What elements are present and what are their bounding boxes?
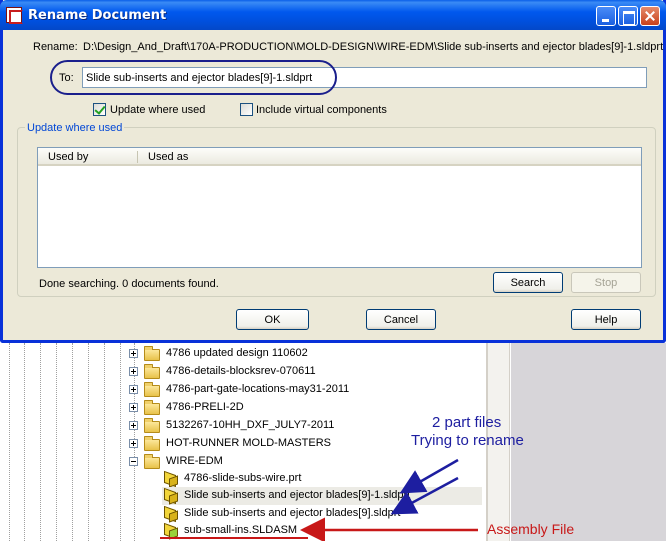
folder-icon bbox=[144, 418, 160, 433]
rename-label: Rename: bbox=[33, 41, 78, 53]
to-label: To: bbox=[59, 72, 74, 84]
update-where-used-label[interactable]: Update where used bbox=[110, 104, 205, 116]
rename-document-dialog: Rename Document Rename: D:\Design_And_Dr… bbox=[0, 0, 666, 343]
part-file-icon bbox=[162, 488, 178, 504]
search-status: Done searching. 0 documents found. bbox=[39, 278, 219, 290]
window-title: Rename Document bbox=[28, 8, 167, 23]
group-title: Update where used bbox=[25, 122, 125, 134]
part-file-icon bbox=[162, 471, 178, 487]
minimize-button[interactable] bbox=[596, 6, 616, 26]
tree-item-label: 4786-details-blocksrev-070611 bbox=[166, 365, 316, 377]
rename-path-text: D:\Design_And_Draft\170A-PRODUCTION\MOLD… bbox=[83, 41, 664, 53]
annotation-assembly-file: Assembly File bbox=[487, 521, 575, 537]
title-bar[interactable]: Rename Document bbox=[0, 0, 666, 30]
folder-icon bbox=[144, 346, 160, 361]
tree-item-folder[interactable]: 4786 updated design 110602 bbox=[129, 345, 479, 363]
maximize-button[interactable] bbox=[618, 6, 638, 26]
close-button[interactable] bbox=[640, 6, 660, 26]
annotation-trying-to-rename: Trying to rename bbox=[411, 432, 524, 449]
tree-item-label: sub-small-ins.SLDASM bbox=[184, 524, 298, 536]
folder-icon bbox=[144, 400, 160, 415]
include-virtual-components-label[interactable]: Include virtual components bbox=[256, 104, 387, 116]
help-button[interactable]: Help bbox=[571, 309, 641, 330]
tree-item-folder-wire-edm[interactable]: WIRE-EDM bbox=[129, 453, 479, 471]
column-divider[interactable] bbox=[137, 151, 138, 163]
column-header-used-as[interactable]: Used as bbox=[148, 151, 188, 163]
expand-icon[interactable] bbox=[129, 385, 138, 394]
solidworks-app-icon bbox=[6, 7, 23, 24]
tree-item-part[interactable]: 4786-slide-subs-wire.prt bbox=[162, 470, 482, 488]
expand-icon[interactable] bbox=[129, 403, 138, 412]
expand-icon[interactable] bbox=[129, 439, 138, 448]
new-name-input[interactable] bbox=[82, 67, 647, 88]
open-folder-icon bbox=[144, 454, 160, 469]
update-where-used-checkbox[interactable] bbox=[93, 103, 106, 116]
tree-item-label: WIRE-EDM bbox=[166, 455, 223, 467]
used-by-list[interactable]: Used by Used as bbox=[37, 147, 642, 268]
tree-item-label: 4786-part-gate-locations-may31-2011 bbox=[166, 383, 350, 395]
tree-item-part-selected[interactable]: Slide sub-inserts and ejector blades[9]-… bbox=[162, 487, 482, 505]
search-button[interactable]: Search bbox=[493, 272, 563, 293]
stop-button[interactable]: Stop bbox=[571, 272, 641, 293]
assembly-file-icon bbox=[162, 523, 178, 539]
tree-guide-line bbox=[88, 343, 89, 541]
column-header-used-by[interactable]: Used by bbox=[48, 151, 88, 163]
annotation-two-part-files: 2 part files bbox=[432, 414, 502, 431]
tree-guide-line bbox=[24, 343, 25, 541]
tree-item-label: 4786-PRELI-2D bbox=[166, 401, 244, 413]
tree-guide-line bbox=[72, 343, 73, 541]
folder-icon bbox=[144, 364, 160, 379]
expand-icon[interactable] bbox=[129, 421, 138, 430]
tree-guide-line bbox=[120, 343, 121, 541]
include-virtual-components-checkbox[interactable] bbox=[240, 103, 253, 116]
tree-item-part[interactable]: Slide sub-inserts and ejector blades[9].… bbox=[162, 505, 482, 523]
folder-icon bbox=[144, 436, 160, 451]
tree-item-folder[interactable]: 4786-details-blocksrev-070611 bbox=[129, 363, 479, 381]
expand-icon[interactable] bbox=[129, 367, 138, 376]
tree-guide-line bbox=[104, 343, 105, 541]
collapse-icon[interactable] bbox=[129, 457, 138, 466]
tree-item-label: 5132267-10HH_DXF_JULY7-2011 bbox=[166, 419, 335, 431]
tree-item-folder[interactable]: 4786-part-gate-locations-may31-2011 bbox=[129, 381, 479, 399]
tree-item-folder[interactable]: 4786-PRELI-2D bbox=[129, 399, 479, 417]
tree-item-label: HOT-RUNNER MOLD-MASTERS bbox=[166, 437, 332, 449]
tree-item-label: Slide sub-inserts and ejector blades[9].… bbox=[184, 507, 401, 519]
tree-guide-line bbox=[40, 343, 41, 541]
expand-icon[interactable] bbox=[129, 349, 138, 358]
tree-item-assembly[interactable]: sub-small-ins.SLDASM bbox=[162, 522, 482, 540]
ok-button[interactable]: OK bbox=[236, 309, 309, 330]
side-panel bbox=[511, 343, 666, 541]
tree-item-label: Slide sub-inserts and ejector blades[9]-… bbox=[184, 489, 411, 501]
tree-item-label: 4786-slide-subs-wire.prt bbox=[184, 472, 302, 484]
tree-guide-line bbox=[56, 343, 57, 541]
folder-icon bbox=[144, 382, 160, 397]
list-header: Used by Used as bbox=[38, 148, 641, 166]
cancel-button[interactable]: Cancel bbox=[366, 309, 436, 330]
tree-item-label: 4786 updated design 110602 bbox=[166, 347, 308, 359]
part-file-icon bbox=[162, 506, 178, 522]
tree-guide-line bbox=[9, 343, 10, 541]
